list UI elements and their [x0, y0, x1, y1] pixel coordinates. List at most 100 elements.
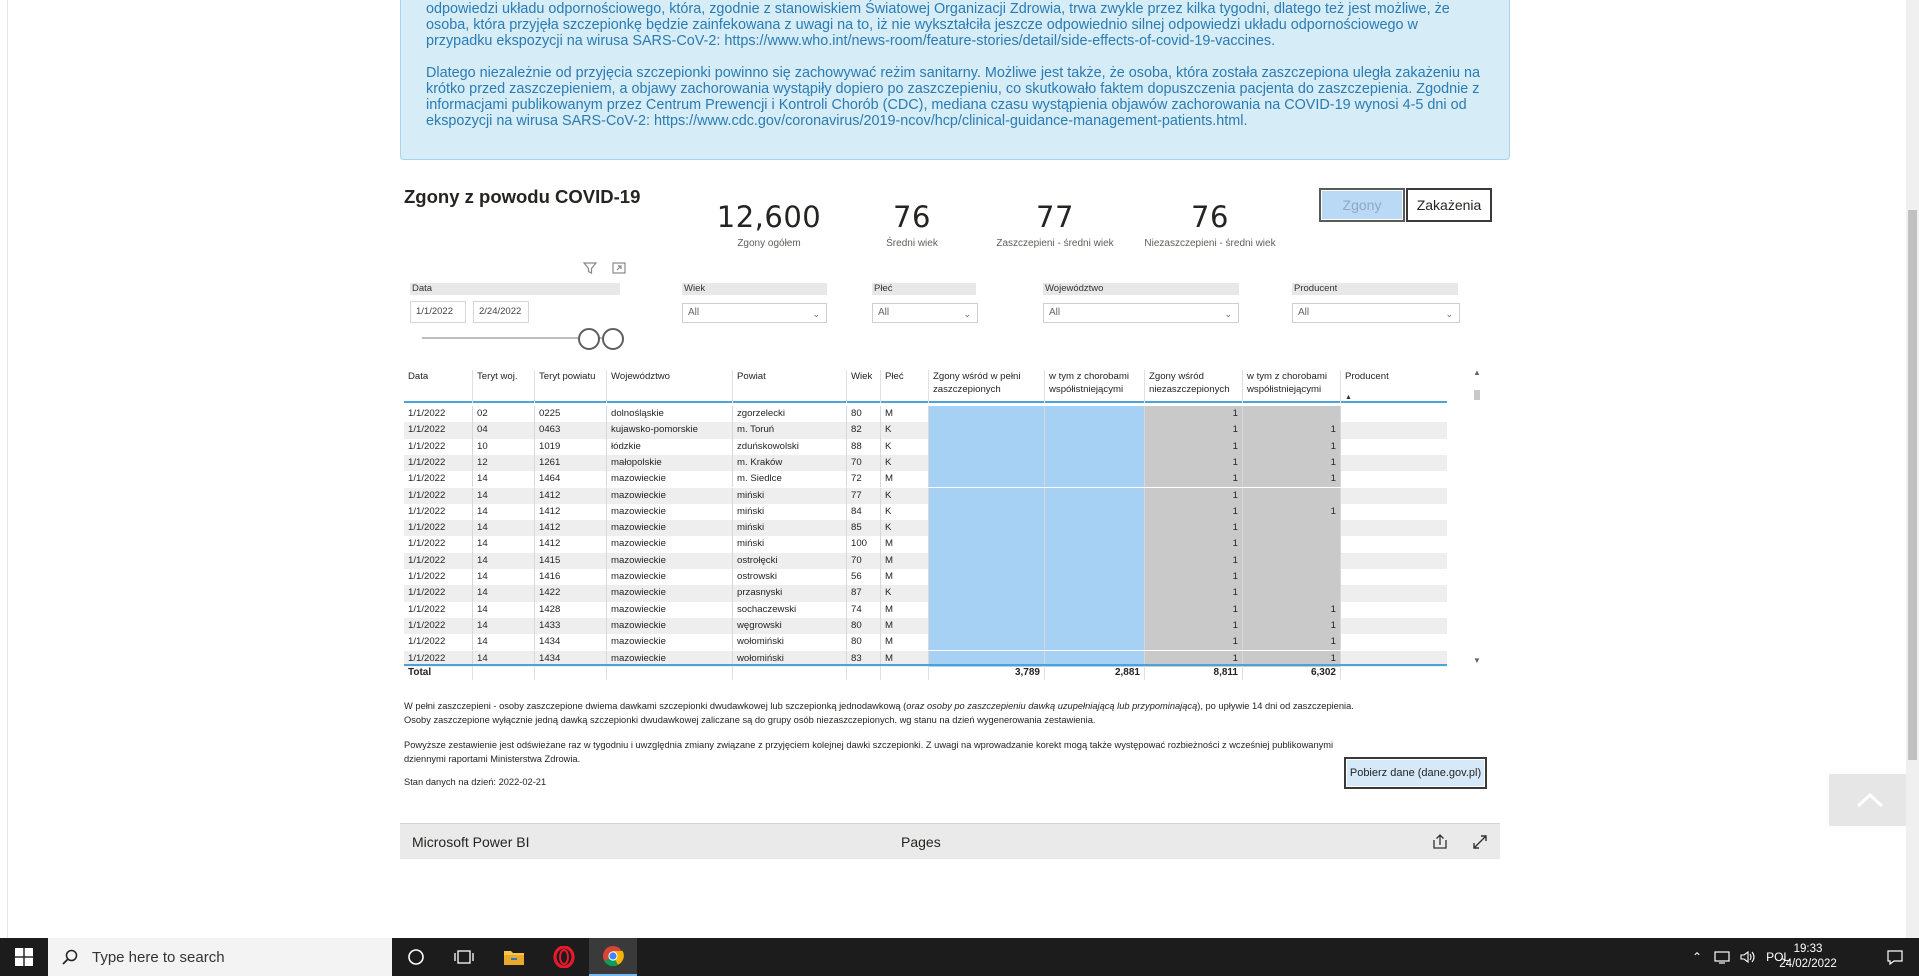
- cell-sex: M: [880, 471, 928, 488]
- cell-voivodeship: mazowieckie: [606, 520, 732, 537]
- table-row[interactable]: 1/1/2022 10 1019 łódzkie zduńskowolski 88 K 1 1: [404, 438, 1447, 455]
- note-text: W pełni zaszczepieni - osoby zaszczepion…: [404, 701, 907, 711]
- date-from-input[interactable]: 1/1/2022: [410, 301, 466, 323]
- column-header-vaccinated-comorbid[interactable]: w tym z chorobami współistniejącymi: [1044, 370, 1144, 403]
- table-row[interactable]: 1/1/2022 14 1428 mazowieckie sochaczewski 74 M…: [404, 601, 1447, 618]
- column-header-powiat[interactable]: Powiat: [732, 370, 846, 403]
- date-slider-track[interactable]: [422, 337, 602, 339]
- cortana-icon[interactable]: [392, 938, 440, 976]
- chrome-browser-icon[interactable]: [589, 938, 637, 976]
- age-slicer-dropdown[interactable]: All ⌄: [682, 303, 827, 323]
- page-scroll-thumb[interactable]: [1908, 210, 1917, 760]
- column-header-age[interactable]: Wiek: [846, 370, 880, 403]
- header-line: Zgony wśród: [1149, 371, 1204, 382]
- taskbar-search-box[interactable]: Type here to search: [48, 938, 392, 976]
- cell-producer: [1340, 585, 1447, 602]
- file-explorer-icon[interactable]: [490, 938, 538, 976]
- cell-sex: K: [880, 438, 928, 455]
- cell-producer: [1340, 536, 1447, 553]
- opera-browser-icon[interactable]: [540, 938, 588, 976]
- cell-date: 1/1/2022: [408, 424, 446, 436]
- column-header-unvaccinated-comorbid[interactable]: w tym z chorobami współistniejącymi: [1242, 370, 1340, 403]
- filter-icon[interactable]: [582, 260, 598, 276]
- scroll-down-icon[interactable]: ▼: [1472, 656, 1482, 665]
- cell-powiat: ostrołęcki: [732, 552, 846, 569]
- cell-unvaccinated-comorbid: [1242, 520, 1340, 537]
- cell-unvaccinated-comorbid: 1: [1242, 634, 1340, 651]
- volume-icon[interactable]: [1740, 950, 1756, 964]
- focus-mode-icon[interactable]: [611, 260, 627, 276]
- header-line: niezaszczepionych: [1149, 384, 1230, 395]
- chevron-up-icon[interactable]: ⌃: [1692, 950, 1702, 964]
- table-row[interactable]: 1/1/2022 14 1412 mazowieckie miński 100 M 1: [404, 536, 1447, 553]
- cell-voivodeship: mazowieckie: [606, 569, 732, 586]
- table-row[interactable]: 1/1/2022 14 1422 mazowieckie przasnyski 87 K 1: [404, 585, 1447, 602]
- note-single-dose: Osoby zaszczepione wyłącznie jedną dawką…: [404, 715, 1096, 725]
- pages-navigator[interactable]: Pages: [901, 834, 941, 850]
- start-button[interactable]: [0, 938, 48, 976]
- column-header-sex[interactable]: Płeć: [880, 370, 928, 403]
- table-total-row: Total 3,789 2,881 8,811 6,302: [404, 664, 1447, 680]
- scroll-up-icon[interactable]: ▲: [1472, 368, 1482, 377]
- data-as-of-date: Stan danych na dzień: 2022-02-21: [404, 777, 547, 787]
- column-header-voivodeship[interactable]: Województwo: [606, 370, 732, 403]
- voivodeship-slicer-label: Województwo: [1043, 283, 1239, 295]
- column-header-date[interactable]: Data: [404, 370, 472, 403]
- age-slicer-label: Wiek: [682, 283, 827, 295]
- voivodeship-slicer-value: All: [1049, 307, 1061, 318]
- date-to-input[interactable]: 2/24/2022: [473, 301, 529, 323]
- tab-infections[interactable]: Zakażenia: [1406, 188, 1492, 222]
- note-refresh: Powyższe zestawienie jest odświeżane raz…: [404, 740, 1334, 750]
- table-row[interactable]: 1/1/2022 14 1464 mazowieckie m. Siedlce 72 M 1 1: [404, 471, 1447, 488]
- page-scrollbar[interactable]: [1906, 0, 1919, 938]
- table-row[interactable]: 1/1/2022 14 1434 mazowieckie wołomiński 80 M 1 1: [404, 634, 1447, 651]
- cell-producer: [1340, 520, 1447, 537]
- cell-sex: M: [880, 634, 928, 651]
- producer-slicer-dropdown[interactable]: All ⌄: [1292, 303, 1460, 323]
- header-line: współistniejącymi: [1247, 384, 1322, 395]
- cell-vaccinated-comorbid: [1044, 503, 1144, 521]
- table-row[interactable]: 1/1/2022 12 1261 małopolskie m. Kraków 70 K 1 1: [404, 454, 1447, 472]
- column-header-vaccinated-deaths[interactable]: Zgony wśród w pełni zaszczepionych: [928, 370, 1044, 403]
- cell-teryt-woj: 14: [472, 617, 534, 635]
- column-header-unvaccinated-deaths[interactable]: Zgony wśród niezaszczepionych: [1144, 370, 1242, 403]
- total-vaccinated-deaths: 3,789: [928, 666, 1044, 680]
- table-row[interactable]: 1/1/2022 14 1412 mazowieckie miński 85 K 1: [404, 520, 1447, 537]
- notifications-icon[interactable]: [1871, 938, 1919, 976]
- column-header-teryt-powiatu[interactable]: Teryt powiatu: [534, 370, 606, 403]
- cell-voivodeship: małopolskie: [606, 454, 732, 472]
- cell-powiat: miński: [732, 536, 846, 553]
- task-view-icon[interactable]: [440, 938, 488, 976]
- cell-sex: K: [880, 487, 928, 504]
- tab-deaths[interactable]: Zgony: [1319, 188, 1405, 222]
- table-row[interactable]: 1/1/2022 14 1433 mazowieckie węgrowski 80 M 1 1: [404, 617, 1447, 635]
- powerbi-brand-link[interactable]: Microsoft Power BI: [412, 834, 529, 850]
- cell-age: 80: [846, 634, 880, 651]
- share-icon[interactable]: [1430, 832, 1450, 852]
- cell-sex: M: [880, 406, 928, 423]
- table-row[interactable]: 1/1/2022 14 1416 mazowieckie ostrowski 56 M 1: [404, 569, 1447, 586]
- cell-vaccinated-comorbid: [1044, 552, 1144, 569]
- voivodeship-slicer-dropdown[interactable]: All ⌄: [1043, 303, 1239, 323]
- cell-date: 1/1/2022: [408, 408, 446, 419]
- network-icon[interactable]: [1714, 950, 1732, 964]
- cell-vaccinated-deaths: [928, 569, 1044, 586]
- table-scroll-thumb[interactable]: [1474, 390, 1480, 400]
- table-scrollbar[interactable]: ▲ ▼: [1472, 368, 1482, 668]
- table-row[interactable]: 1/1/2022 14 1415 mazowieckie ostrołęcki 70 M 1: [404, 552, 1447, 569]
- table-row[interactable]: 1/1/2022 14 1412 mazowieckie miński 84 K 1 1: [404, 503, 1447, 521]
- back-to-top-button[interactable]: [1829, 774, 1911, 826]
- cell-unvaccinated-deaths: 1: [1144, 454, 1242, 472]
- table-row[interactable]: 1/1/2022 02 0225 dolnośląskie zgorzelecki 80 M…: [404, 406, 1447, 423]
- date-slider-start-handle[interactable]: [578, 328, 600, 350]
- table-row[interactable]: 1/1/2022 04 0463 kujawsko-pomorskie m. Toruń…: [404, 422, 1447, 439]
- taskbar-clock[interactable]: 19:33 24/02/2022: [1768, 942, 1848, 972]
- table-row[interactable]: 1/1/2022 14 1412 mazowieckie miński 77 K 1: [404, 487, 1447, 504]
- column-header-teryt-woj[interactable]: Teryt woj.: [472, 370, 534, 403]
- download-data-button[interactable]: Pobierz dane (dane.gov.pl): [1344, 757, 1487, 789]
- cell-teryt-powiatu: 0463: [534, 422, 606, 439]
- fullscreen-icon[interactable]: [1470, 832, 1490, 852]
- column-header-producer[interactable]: Producent: [1340, 370, 1447, 403]
- date-slider-end-handle[interactable]: [602, 328, 624, 350]
- sex-slicer-dropdown[interactable]: All ⌄: [872, 303, 978, 323]
